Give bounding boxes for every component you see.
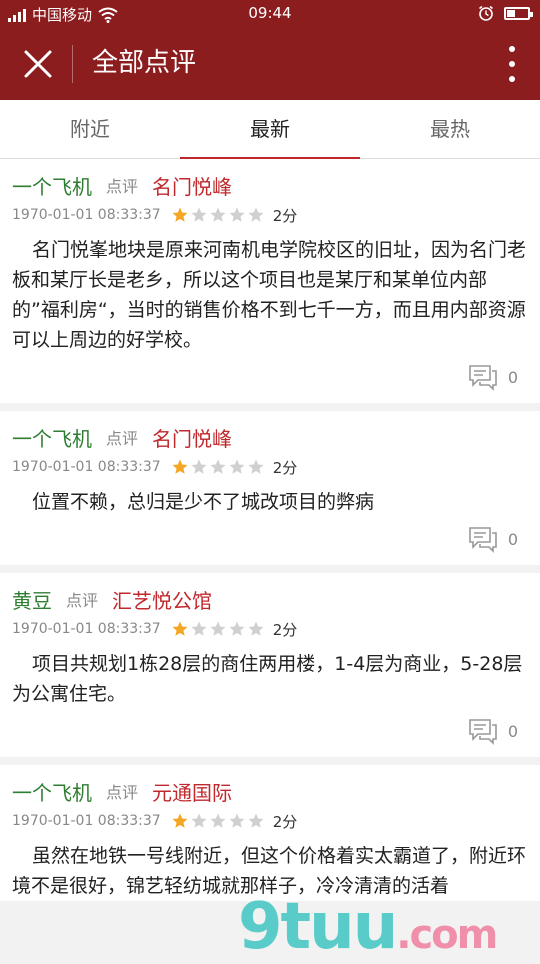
- comment-button[interactable]: 0: [468, 363, 518, 391]
- star-empty-icon: [229, 459, 245, 474]
- star-filled-icon: [172, 813, 188, 828]
- star-empty-icon: [210, 813, 226, 828]
- review-verb: 点评: [106, 783, 139, 802]
- star-empty-icon: [191, 207, 207, 222]
- reviewer-name[interactable]: 一个飞机: [12, 777, 92, 806]
- more-vertical-icon[interactable]: [506, 46, 518, 82]
- status-right: [478, 5, 533, 21]
- app-bar: 全部点评: [0, 28, 540, 100]
- status-time: 09:44: [248, 4, 292, 22]
- star-empty-icon: [229, 621, 245, 636]
- star-empty-icon: [210, 621, 226, 636]
- star-empty-icon: [248, 813, 264, 828]
- review-meta: 1970-01-01 08:33:37 2分: [12, 807, 528, 835]
- star-rating: [171, 206, 265, 224]
- review-text: 位置不赖，总归是少不了城改项目的弊病: [32, 491, 375, 513]
- project-link[interactable]: 名门悦峰: [152, 423, 232, 452]
- comment-button[interactable]: 0: [468, 525, 518, 553]
- page-title: 全部点评: [92, 48, 197, 78]
- review-score: 2分: [272, 206, 298, 225]
- star-empty-icon: [210, 207, 226, 222]
- comment-button[interactable]: 0: [468, 717, 518, 745]
- review-meta: 1970-01-01 08:33:37 2分: [12, 453, 528, 481]
- reviewer-name[interactable]: 一个飞机: [12, 423, 92, 452]
- review-footer: 0: [12, 709, 528, 757]
- star-rating: [171, 812, 265, 830]
- comment-count: 0: [507, 367, 518, 387]
- review-header: 一个飞机 点评 名门悦峰: [12, 169, 528, 201]
- star-filled-icon: [172, 459, 188, 474]
- alarm-icon: [479, 5, 493, 21]
- star-empty-icon: [248, 459, 264, 474]
- review-card[interactable]: 一个飞机 点评 名门悦峰 1970-01-01 08:33:37 2分 名门悦峯…: [0, 159, 540, 403]
- review-score: 2分: [272, 812, 298, 831]
- star-filled-icon: [172, 207, 188, 222]
- star-empty-icon: [191, 813, 207, 828]
- review-time: 1970-01-01 08:33:37: [12, 459, 161, 475]
- close-icon[interactable]: [20, 46, 56, 82]
- comment-icon: [469, 527, 497, 553]
- project-link[interactable]: 名门悦峰: [152, 171, 232, 200]
- star-rating: [171, 620, 265, 638]
- comment-count: 0: [507, 721, 518, 741]
- reviewer-name[interactable]: 黄豆: [12, 585, 52, 614]
- project-link[interactable]: 汇艺悦公馆: [112, 585, 212, 614]
- star-empty-icon: [191, 459, 207, 474]
- watermark-logo: 9tuu.com: [238, 890, 498, 964]
- tab-nearby[interactable]: 附近: [0, 100, 180, 158]
- review-footer: 0: [12, 517, 528, 565]
- review-meta: 1970-01-01 08:33:37 2分: [12, 615, 528, 643]
- comment-count: 0: [507, 529, 518, 549]
- watermark-main: 9tuu: [238, 890, 398, 964]
- review-footer: 0: [12, 355, 528, 403]
- star-empty-icon: [210, 459, 226, 474]
- tab-latest[interactable]: 最新: [180, 100, 360, 159]
- review-card[interactable]: 一个飞机 点评 元通国际 1970-01-01 08:33:37 2分 虽然在地…: [0, 765, 540, 901]
- review-header: 一个飞机 点评 元通国际: [12, 775, 528, 807]
- reviewer-name[interactable]: 一个飞机: [12, 171, 92, 200]
- battery-icon: [504, 6, 533, 20]
- tab-bar: 附近 最新 最热: [0, 100, 540, 159]
- review-text: 名门悦峯地块是原来河南机电学院校区的旧址，因为名门老板和某厅长是老乡，所以这个项…: [12, 239, 527, 351]
- tab-hottest[interactable]: 最热: [360, 100, 540, 158]
- star-empty-icon: [248, 621, 264, 636]
- review-header: 一个飞机 点评 名门悦峰: [12, 421, 528, 453]
- review-card[interactable]: 黄豆 点评 汇艺悦公馆 1970-01-01 08:33:37 2分 项目共规划…: [0, 573, 540, 757]
- star-empty-icon: [191, 621, 207, 636]
- review-score: 2分: [272, 620, 298, 639]
- project-link[interactable]: 元通国际: [152, 777, 232, 806]
- review-header: 黄豆 点评 汇艺悦公馆: [12, 583, 528, 615]
- star-rating: [171, 458, 265, 476]
- review-verb: 点评: [106, 429, 139, 448]
- review-time: 1970-01-01 08:33:37: [12, 813, 161, 829]
- watermark-suffix: .com: [396, 912, 498, 958]
- review-list: 一个飞机 点评 名门悦峰 1970-01-01 08:33:37 2分 名门悦峯…: [0, 159, 540, 909]
- comment-icon: [469, 719, 497, 745]
- review-score: 2分: [272, 458, 298, 477]
- review-meta: 1970-01-01 08:33:37 2分: [12, 201, 528, 229]
- review-time: 1970-01-01 08:33:37: [12, 207, 161, 223]
- review-text: 项目共规划1栋28层的商住两用楼，1-4层为商业，5-28层为公寓住宅。: [12, 653, 523, 705]
- star-filled-icon: [172, 621, 188, 636]
- appbar-divider: [72, 45, 73, 83]
- comment-icon: [469, 365, 497, 391]
- review-verb: 点评: [66, 591, 99, 610]
- star-empty-icon: [229, 813, 245, 828]
- review-verb: 点评: [106, 177, 139, 196]
- status-bar: 中国移动 09:44: [0, 0, 540, 28]
- star-empty-icon: [248, 207, 264, 222]
- star-empty-icon: [229, 207, 245, 222]
- review-card[interactable]: 一个飞机 点评 名门悦峰 1970-01-01 08:33:37 2分 位置不赖…: [0, 411, 540, 565]
- review-time: 1970-01-01 08:33:37: [12, 621, 161, 637]
